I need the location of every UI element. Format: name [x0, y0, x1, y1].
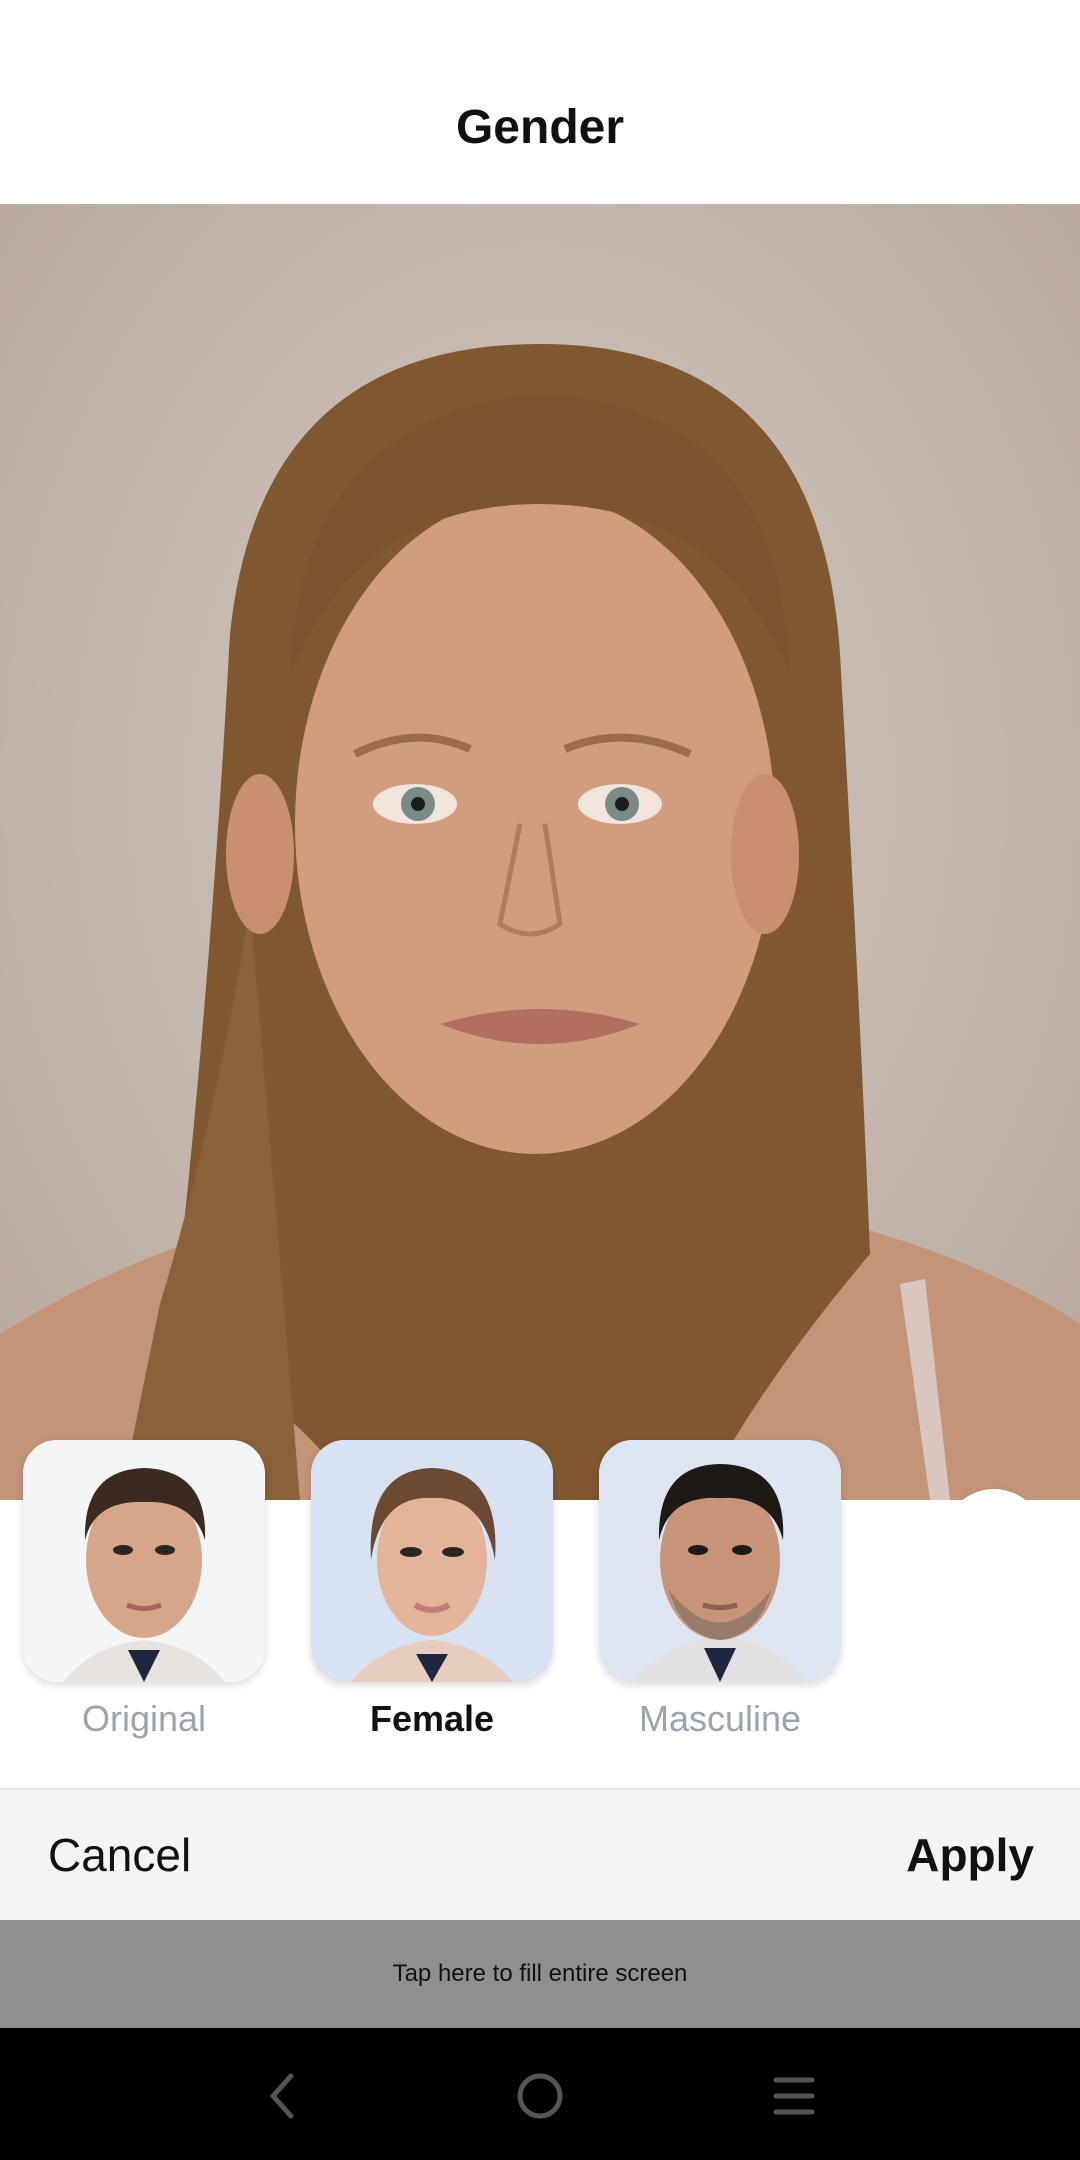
- header: Gender: [0, 0, 1080, 204]
- filter-label: Female: [369, 1698, 495, 1739]
- portrait-illustration: [0, 344, 1080, 1500]
- menu-button[interactable]: [764, 2066, 824, 2126]
- filter-original[interactable]: Original: [23, 1440, 265, 1740]
- fill-screen-text: Tap here to fill entire screen: [392, 1960, 688, 1987]
- fill-screen-banner[interactable]: Tap here to fill entire screen: [0, 1920, 1080, 2028]
- action-bar: Cancel Apply: [0, 1790, 1080, 1920]
- filter-label: Masculine: [638, 1698, 802, 1739]
- filter-strip: Original Female Masculine: [0, 1440, 1080, 1790]
- home-button[interactable]: [510, 2066, 570, 2126]
- filter-thumbnail[interactable]: [599, 1440, 841, 1682]
- page-title: Gender: [455, 101, 625, 154]
- home-icon: [517, 2073, 563, 2119]
- face-thumbnail-female: [311, 1440, 553, 1682]
- system-navigation-bar: [0, 2028, 1080, 2160]
- filter-label: Original: [81, 1698, 207, 1739]
- back-icon: [269, 2073, 294, 2119]
- filter-thumbnail[interactable]: [23, 1440, 265, 1682]
- filter-masculine[interactable]: Masculine: [599, 1440, 841, 1740]
- cancel-button[interactable]: Cancel: [48, 1828, 191, 1882]
- portrait-preview[interactable]: [0, 204, 1080, 1500]
- face-thumbnail-original: [23, 1440, 265, 1682]
- filter-female[interactable]: Female: [311, 1440, 553, 1740]
- apply-button[interactable]: Apply: [906, 1828, 1034, 1882]
- back-button[interactable]: [253, 2066, 313, 2126]
- filter-thumbnail[interactable]: [311, 1440, 553, 1682]
- face-thumbnail-masculine: [599, 1440, 841, 1682]
- menu-icon: [773, 2077, 815, 2115]
